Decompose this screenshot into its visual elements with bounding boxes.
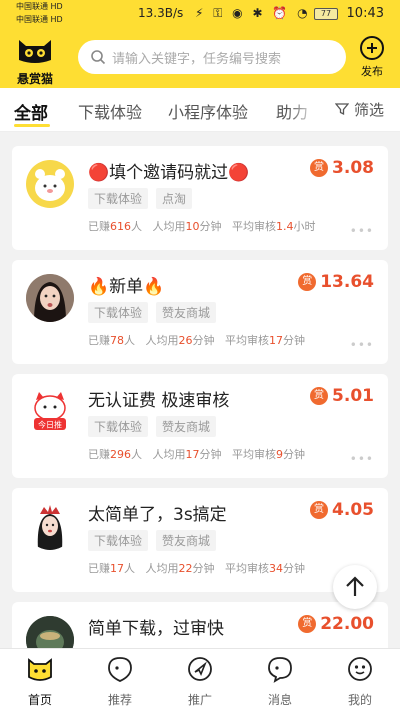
reward: 赏 22.00 xyxy=(298,614,374,634)
battery-icon: 77 xyxy=(314,8,338,20)
task-card[interactable]: 🔴填个邀请码就过🔴 下载体验 点淘 已赚616人 人均用10分钟 平均审核1.4… xyxy=(12,146,388,250)
task-tag: 下载体验 xyxy=(88,302,149,323)
task-title: 无认证费 极速审核 xyxy=(88,391,230,411)
nav-promote[interactable]: 推广 xyxy=(160,649,240,711)
carrier-2: 中国联通 HD xyxy=(16,15,63,24)
lucky-cat-avatar-icon: 今日推 xyxy=(34,392,66,430)
profile-icon xyxy=(348,657,372,681)
network-speed: 13.3B/s xyxy=(138,6,184,20)
more-icon[interactable]: ••• xyxy=(350,338,374,352)
task-tags: 下载体验 赞友商城 xyxy=(88,416,224,437)
reward: 赏 13.64 xyxy=(298,272,374,292)
home-cat-icon xyxy=(28,658,52,681)
active-tab-indicator xyxy=(14,124,50,127)
search-icon xyxy=(91,50,106,65)
tab-download[interactable]: 下载体验 xyxy=(78,99,142,123)
task-title: 🔥新单🔥 xyxy=(88,277,165,297)
filter-icon xyxy=(334,103,350,116)
back-to-top-button[interactable] xyxy=(333,565,377,609)
reward-badge-icon: 赏 xyxy=(298,273,317,291)
promote-icon xyxy=(188,657,212,681)
search-input[interactable]: 请输入关键字，任务编号搜索 xyxy=(78,40,346,74)
task-tags: 下载体验 赞友商城 xyxy=(88,302,224,323)
avatar: 今日推 xyxy=(26,388,74,436)
arrow-up-icon xyxy=(346,576,364,596)
carrier-1: 中国联通 HD xyxy=(16,2,63,11)
reward-amount: 13.64 xyxy=(320,272,374,292)
top-bar: 中国联通 HD 中国联通 HD 13.3B/s ⚡ ⚿ ◉ ✱ ⏰ ◔ 77 1… xyxy=(0,0,400,88)
task-tag: 下载体验 xyxy=(88,530,149,551)
reward-badge-icon: 赏 xyxy=(298,615,317,633)
nav-label: 推广 xyxy=(187,693,212,707)
task-stats: 已赚78人 人均用26分钟 平均审核17分钟 xyxy=(88,334,305,347)
task-tags: 下载体验 赞友商城 xyxy=(88,530,224,551)
reward: 赏 3.08 xyxy=(310,158,374,178)
category-tabs: 全部 下载体验 小程序体验 助力 筛选 xyxy=(0,88,400,132)
task-tag: 赞友商城 xyxy=(156,416,217,437)
princess-avatar-icon xyxy=(37,505,63,550)
reward-badge-icon: 赏 xyxy=(310,501,329,519)
nav-messages[interactable]: 消息 xyxy=(240,649,320,711)
task-stats: 已赚296人 人均用17分钟 平均审核9分钟 xyxy=(88,448,305,461)
bottom-nav: 首页 推荐 推广 消息 我的 xyxy=(0,648,400,711)
task-tag: 赞友商城 xyxy=(156,302,217,323)
hamster-avatar-icon xyxy=(35,169,65,201)
more-icon[interactable]: ••• xyxy=(350,224,374,238)
status-bar: 中国联通 HD 中国联通 HD 13.3B/s ⚡ ⚿ ◉ ✱ ⏰ ◔ 77 1… xyxy=(0,0,400,30)
reward-amount: 3.08 xyxy=(332,158,374,178)
plus-icon xyxy=(360,36,384,60)
cat-logo-icon xyxy=(19,40,51,63)
nav-profile[interactable]: 我的 xyxy=(320,649,400,711)
girl-avatar-icon xyxy=(26,274,74,322)
task-title: 🔴填个邀请码就过🔴 xyxy=(88,163,250,183)
reward: 赏 4.05 xyxy=(310,500,374,520)
reward-amount: 22.00 xyxy=(320,614,374,634)
nav-label: 首页 xyxy=(27,693,52,707)
avatar xyxy=(26,502,74,550)
task-stats: 已赚17人 人均用22分钟 平均审核34分钟 xyxy=(88,562,305,575)
clock: 10:43 xyxy=(346,6,384,21)
task-tag: 下载体验 xyxy=(88,416,149,437)
task-card[interactable]: 今日推 无认证费 极速审核 下载体验 赞友商城 已赚296人 人均用17分钟 平… xyxy=(12,374,388,478)
task-tags: 下载体验 点淘 xyxy=(88,188,200,209)
nav-label: 消息 xyxy=(267,693,292,707)
avatar xyxy=(26,274,74,322)
task-tag: 下载体验 xyxy=(88,188,149,209)
nav-recommend[interactable]: 推荐 xyxy=(80,649,160,711)
publish-label: 发布 xyxy=(361,65,383,78)
nav-label: 推荐 xyxy=(107,693,132,707)
more-icon[interactable]: ••• xyxy=(350,452,374,466)
task-tag: 点淘 xyxy=(156,188,193,209)
reward-amount: 4.05 xyxy=(332,500,374,520)
task-stats: 已赚616人 人均用10分钟 平均审核1.4小时 xyxy=(88,220,316,233)
status-icons: ⚡ ⚿ ◉ ✱ ⏰ ◔ xyxy=(195,6,311,20)
reward-badge-icon: 赏 xyxy=(310,387,329,405)
reward: 赏 5.01 xyxy=(310,386,374,406)
app-header: 悬赏猫 请输入关键字，任务编号搜索 发布 xyxy=(0,30,400,88)
reward-amount: 5.01 xyxy=(332,386,374,406)
recommend-icon xyxy=(108,657,132,682)
task-card[interactable]: 简单下载，过审快 赏 22.00 xyxy=(12,602,388,648)
avatar-text: 今日推 xyxy=(38,420,62,430)
nav-home[interactable]: 首页 xyxy=(0,649,80,711)
task-title: 简单下载，过审快 xyxy=(88,619,224,639)
task-tag: 赞友商城 xyxy=(156,530,217,551)
task-title: 太简单了，3s搞定 xyxy=(88,505,227,525)
avatar xyxy=(26,160,74,208)
message-icon xyxy=(268,657,292,683)
reward-badge-icon: 赏 xyxy=(310,159,329,177)
publish-button[interactable]: 发布 xyxy=(354,36,390,79)
app-logo: 悬赏猫 xyxy=(12,36,58,87)
task-card[interactable]: 太简单了，3s搞定 下载体验 赞友商城 已赚17人 人均用22分钟 平均审核34… xyxy=(12,488,388,592)
tab-miniprogram[interactable]: 小程序体验 xyxy=(168,99,248,123)
nav-label: 我的 xyxy=(347,693,372,707)
avatar xyxy=(26,616,74,648)
filter-label: 筛选 xyxy=(353,101,384,119)
task-card[interactable]: 🔥新单🔥 下载体验 赞友商城 已赚78人 人均用26分钟 平均审核17分钟 赏 … xyxy=(12,260,388,364)
logo-text: 悬赏猫 xyxy=(16,72,53,86)
filter-button[interactable]: 筛选 xyxy=(329,99,384,120)
tab-all[interactable]: 全部 xyxy=(14,99,48,124)
product-avatar-icon xyxy=(26,616,74,648)
search-placeholder: 请输入关键字，任务编号搜索 xyxy=(112,51,282,67)
